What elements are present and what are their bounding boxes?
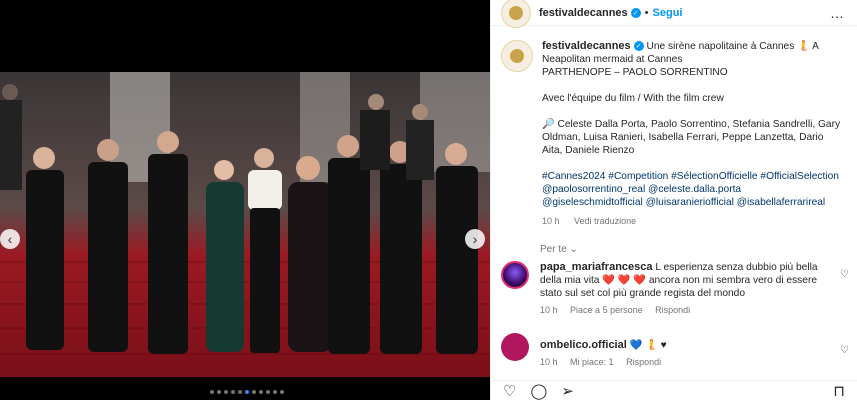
more-options-icon[interactable]: … bbox=[830, 5, 845, 21]
caption-meta: 10 h Vedi traduzione bbox=[542, 215, 842, 228]
post-photo[interactable] bbox=[0, 72, 490, 377]
account-avatar[interactable] bbox=[501, 0, 531, 28]
palm-logo-icon bbox=[509, 5, 523, 20]
next-image-button[interactable]: › bbox=[465, 229, 485, 249]
comment-item: papa_mariafrancesca L esperienza senza d… bbox=[491, 261, 857, 317]
share-icon[interactable]: ➢ bbox=[561, 382, 574, 400]
comment-icon[interactable]: ◯ bbox=[530, 382, 547, 400]
comment-body: papa_mariafrancesca L esperienza senza d… bbox=[540, 261, 820, 317]
comment-reply-button[interactable]: Rispondi bbox=[655, 305, 690, 315]
bookmark-icon[interactable]: ⊓ bbox=[833, 382, 845, 400]
post-caption: festivaldecannes ✓ Une sirène napolitaine… bbox=[491, 36, 857, 228]
carousel-dot bbox=[231, 390, 235, 394]
follow-button[interactable]: Segui bbox=[653, 7, 683, 19]
carousel-dot bbox=[224, 390, 228, 394]
heart-icon[interactable]: ♡ bbox=[503, 382, 516, 400]
post-sidebar: festivaldecannes ✓ • Segui … festivaldec… bbox=[490, 0, 857, 400]
chevron-down-icon: ⌄ bbox=[569, 244, 578, 255]
caption-username[interactable]: festivaldecannes bbox=[542, 40, 631, 52]
commenter-avatar[interactable] bbox=[501, 261, 529, 289]
commenter-avatar[interactable] bbox=[501, 333, 529, 361]
caption-line-2: PARTHENOPE – PAOLO SORRENTINO bbox=[542, 67, 728, 78]
carousel-dot bbox=[273, 390, 277, 394]
comment-text: 💙 🧜 ♥ bbox=[629, 340, 667, 351]
post-actions-bar: ♡ ◯ ➢ ⊓ bbox=[491, 380, 857, 400]
comment-item: ombelico.official 💙 🧜 ♥ 10 h Mi piace: 1… bbox=[491, 333, 857, 369]
verified-badge-icon: ✓ bbox=[633, 41, 644, 52]
comment-reply-button[interactable]: Rispondi bbox=[626, 357, 661, 367]
post-header: festivaldecannes ✓ • Segui … bbox=[491, 0, 857, 28]
caption-avatar[interactable] bbox=[501, 40, 533, 72]
comment-time: 10 h bbox=[540, 305, 558, 315]
carousel-dot bbox=[252, 390, 256, 394]
palm-logo-icon bbox=[510, 49, 524, 63]
account-username[interactable]: festivaldecannes bbox=[539, 7, 628, 19]
commenter-username[interactable]: papa_mariafrancesca bbox=[540, 261, 653, 273]
post-media: ‹ › bbox=[0, 0, 490, 400]
comments-scroll-area[interactable]: festivaldecannes ✓ Une sirène napolitaine… bbox=[491, 36, 857, 374]
red-carpet-photo bbox=[0, 72, 490, 377]
caption-line-4: 🔎 Celeste Dalla Porta, Paolo Sorrentino,… bbox=[542, 119, 841, 156]
comment-meta: 10 h Mi piace: 1 Rispondi bbox=[540, 356, 820, 369]
carousel-dot bbox=[259, 390, 263, 394]
comments-sort-label: Per te bbox=[540, 244, 567, 255]
separator-dot: • bbox=[644, 6, 649, 19]
caption-time: 10 h bbox=[542, 216, 560, 226]
caption-line-3: Avec l'équipe du film / With the film cr… bbox=[542, 93, 724, 104]
caption-text: festivaldecannes ✓ Une sirène napolitaine… bbox=[542, 40, 842, 228]
carousel-dot-active bbox=[245, 390, 249, 394]
chevron-left-icon: ‹ bbox=[7, 231, 13, 247]
carousel-dot bbox=[210, 390, 214, 394]
carousel-dot bbox=[266, 390, 270, 394]
like-comment-heart-icon[interactable]: ♡ bbox=[840, 269, 849, 280]
comment-meta: 10 h Piace a 5 persone Rispondi bbox=[540, 304, 820, 317]
carousel-indicator bbox=[210, 390, 284, 394]
comments-sort-dropdown[interactable]: Per te ⌄ bbox=[540, 244, 857, 255]
comment-body: ombelico.official 💙 🧜 ♥ 10 h Mi piace: 1… bbox=[540, 333, 820, 369]
chevron-right-icon: › bbox=[472, 231, 478, 247]
comment-likes[interactable]: Mi piace: 1 bbox=[570, 357, 614, 367]
like-comment-heart-icon[interactable]: ♡ bbox=[840, 345, 849, 356]
commenter-username[interactable]: ombelico.official bbox=[540, 339, 627, 351]
comment-time: 10 h bbox=[540, 357, 558, 367]
translate-link[interactable]: Vedi traduzione bbox=[574, 216, 636, 226]
verified-badge-icon: ✓ bbox=[630, 7, 641, 18]
carousel-dot bbox=[217, 390, 221, 394]
comment-likes[interactable]: Piace a 5 persone bbox=[570, 305, 643, 315]
previous-image-button[interactable]: ‹ bbox=[0, 229, 20, 249]
caption-hashtags[interactable]: #Cannes2024 #Competition #SélectionOffic… bbox=[542, 170, 842, 209]
carousel-dot bbox=[280, 390, 284, 394]
carousel-dot bbox=[238, 390, 242, 394]
